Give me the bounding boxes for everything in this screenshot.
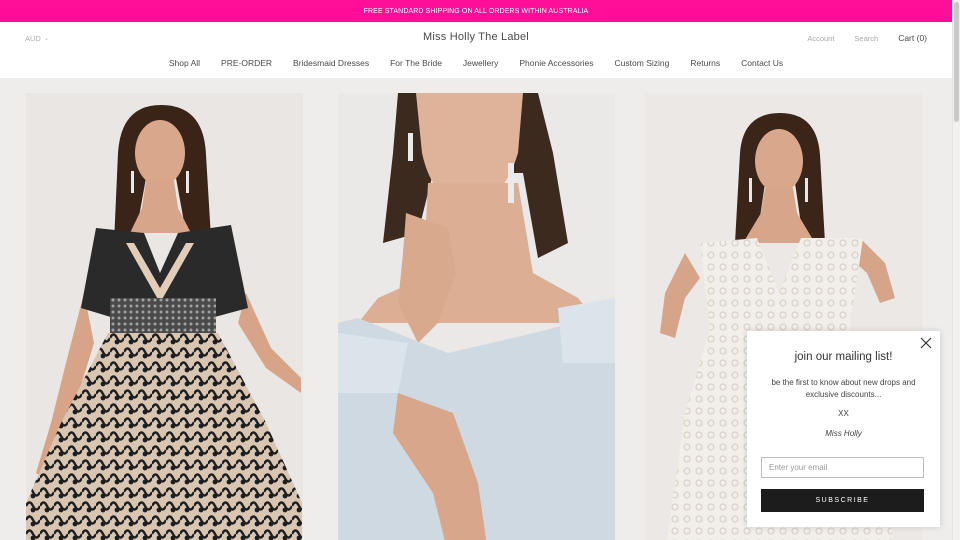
main-nav: Shop All PRE-ORDER Bridesmaid Dresses Fo…	[0, 58, 952, 68]
site-header: AUD ⌄ Miss Holly The Label Account Searc…	[0, 22, 952, 78]
nav-item-returns[interactable]: Returns	[690, 58, 720, 68]
scrollbar[interactable]	[952, 0, 960, 540]
email-field[interactable]	[761, 457, 924, 478]
popup-xx: XX	[838, 409, 849, 418]
nav-item-custom-sizing[interactable]: Custom Sizing	[615, 58, 670, 68]
popup-title: join our mailing list!	[794, 351, 893, 363]
product-photo	[338, 93, 615, 540]
announcement-bar: FREE STANDARD SHIPPING ON ALL ORDERS WIT…	[0, 0, 952, 22]
nav-item-pre-order[interactable]: PRE-ORDER	[221, 58, 272, 68]
header-actions: Account Search Cart (0)	[807, 33, 927, 43]
announcement-text: FREE STANDARD SHIPPING ON ALL ORDERS WIT…	[363, 7, 589, 15]
subscribe-button[interactable]: SUBSCRIBE	[761, 489, 924, 512]
product-image-black-lace-dress[interactable]	[26, 93, 303, 540]
account-link[interactable]: Account	[807, 34, 834, 43]
scrollbar-thumb[interactable]	[954, 2, 959, 122]
search-link[interactable]: Search	[854, 34, 878, 43]
nav-item-for-the-bride[interactable]: For The Bride	[390, 58, 442, 68]
nav-item-shop-all[interactable]: Shop All	[169, 58, 200, 68]
nav-item-bridesmaid-dresses[interactable]: Bridesmaid Dresses	[293, 58, 369, 68]
cart-link[interactable]: Cart (0)	[898, 33, 927, 43]
product-image-blue-off-shoulder-dress[interactable]	[338, 93, 615, 540]
nav-item-contact-us[interactable]: Contact Us	[741, 58, 783, 68]
close-icon[interactable]	[920, 337, 932, 349]
nav-item-jewellery[interactable]: Jewellery	[463, 58, 498, 68]
popup-description: be the first to know about new drops and…	[771, 378, 916, 399]
nav-item-phonie-accessories[interactable]: Phonie Accessories	[519, 58, 593, 68]
mailing-list-popup: join our mailing list! be the first to k…	[747, 331, 940, 527]
popup-signature: Miss Holly	[825, 429, 862, 438]
product-photo	[26, 105, 302, 540]
